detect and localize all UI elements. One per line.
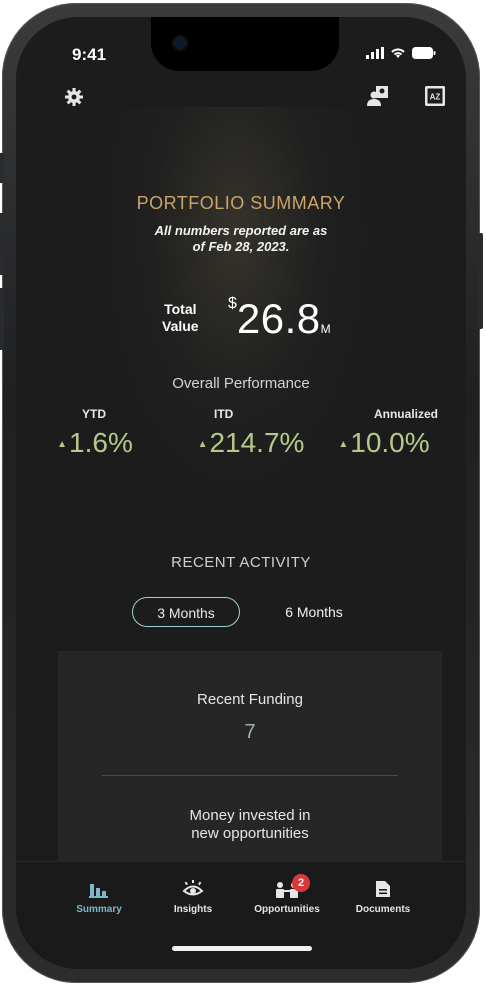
power-button [478,233,483,329]
total-unit: M [320,322,331,336]
nav-label: Documents [355,904,411,915]
volume-down-button [0,288,4,350]
report-date-note: All numbers reported are as of Feb 28, 2… [16,223,466,255]
total-value-label: Total Value [162,301,199,335]
overall-performance-label: Overall Performance [172,375,310,392]
front-camera [174,37,186,49]
report-date-line-2: of Feb 28, 2023. [192,239,290,254]
home-indicator[interactable] [172,946,312,951]
bar-chart-icon [89,884,108,898]
screen: 9:41 AZ PORTFOLIO SUMMARY All numbers re… [16,17,466,969]
metric-value-text: 1.6% [69,427,133,458]
period-tab-6-months[interactable]: 6 Months [274,597,354,627]
metric-value-text: 214.7% [209,427,305,458]
activity-card: Recent Funding 7 Money invested in new o… [58,651,442,861]
total-currency: $ [228,295,237,312]
metric-value: ▲214.7% [186,427,316,459]
up-arrow-icon: ▲ [57,439,68,451]
portfolio-summary-title: PORTFOLIO SUMMARY [136,193,346,213]
status-time: 9:41 [72,45,107,64]
metric-label: Annualized [373,407,438,421]
metric-label: ITD [214,407,234,421]
card-divider [102,775,398,776]
money-invested-label: Money invested in new opportunities [58,807,442,843]
gear-icon [65,88,83,106]
report-date-line-1: All numbers reported are as [154,223,328,238]
nav-label: Summary [76,904,122,915]
recent-funding-value: 7 [244,721,256,743]
money-label-line-2: new opportunities [191,825,309,842]
settings-button[interactable] [64,87,84,112]
bottom-nav: Summary Insights 2 Opportunities Documen… [16,861,466,969]
nav-summary[interactable]: Summary [54,880,144,915]
nav-documents[interactable]: Documents [338,880,428,915]
az-sort-icon: AZ [425,86,445,106]
total-label-line-2: Value [162,318,199,334]
up-arrow-icon: ▲ [197,439,208,451]
eye-icon [182,880,204,896]
sort-button[interactable]: AZ [424,85,446,112]
nav-opportunities[interactable]: 2 Opportunities [242,874,332,915]
recent-funding-label: Recent Funding [197,691,303,708]
phone-frame: 9:41 AZ PORTFOLIO SUMMARY All numbers re… [0,3,483,983]
opportunities-badge: 2 [292,874,310,892]
metric-value-text: 10.0% [350,427,430,458]
status-icons [366,47,436,59]
mute-switch [0,153,4,183]
volume-up-button [0,213,4,275]
metric-value: ▲1.6% [50,427,140,459]
signal-icon [366,47,384,59]
metric-value: ▲10.0% [324,427,444,459]
az-label: AZ [430,93,441,102]
nav-label: Opportunities [254,904,320,915]
metric-label: YTD [82,407,106,421]
total-value: $26.8M [228,295,331,343]
advisor-button[interactable] [366,85,390,112]
up-arrow-icon: ▲ [338,439,349,451]
metric-annualized: Annualized ▲10.0% [324,407,444,459]
metric-itd: ITD ▲214.7% [186,407,316,459]
total-amount: 26.8 [236,295,321,342]
nav-label: Insights [173,904,213,915]
money-label-line-1: Money invested in [189,807,311,824]
recent-activity-label: RECENT ACTIVITY [171,554,311,571]
people-icon [367,86,388,106]
document-icon [376,881,390,897]
battery-icon [412,47,436,59]
wifi-icon [391,48,405,58]
metric-ytd: YTD ▲1.6% [50,407,140,459]
total-label-line-1: Total [164,301,197,317]
period-tab-3-months[interactable]: 3 Months [132,597,240,627]
nav-insights[interactable]: Insights [148,880,238,915]
